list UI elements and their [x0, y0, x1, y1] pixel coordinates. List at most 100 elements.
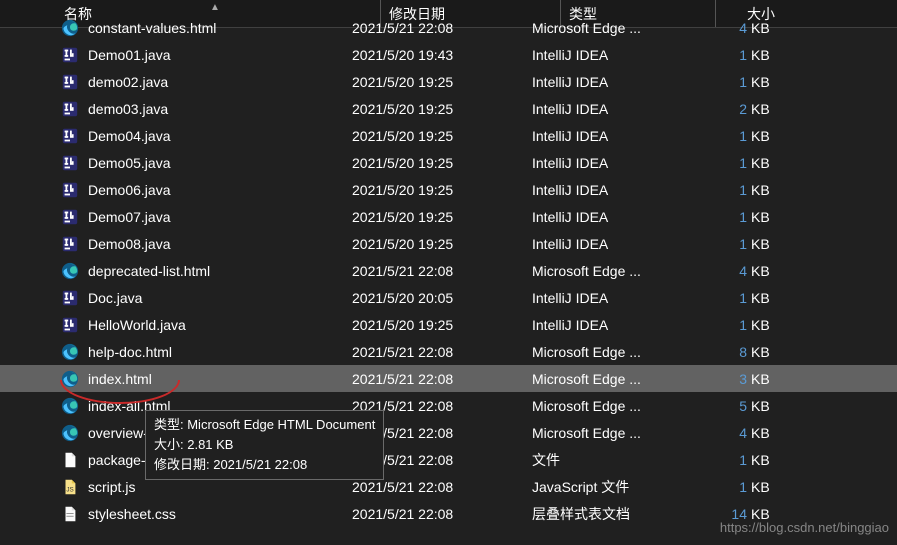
intellij-icon	[60, 99, 80, 119]
js-icon: JS	[60, 477, 80, 497]
file-date: 2021/5/20 19:25	[352, 317, 532, 333]
intellij-icon	[60, 126, 80, 146]
table-row[interactable]: deprecated-list.html2021/5/21 22:08Micro…	[0, 257, 897, 284]
file-date: 2021/5/21 22:08	[352, 506, 532, 522]
file-date: 2021/5/21 22:08	[352, 263, 532, 279]
file-name: help-doc.html	[88, 344, 172, 360]
file-type: Microsoft Edge ...	[532, 425, 687, 441]
file-size-unit: KB	[747, 398, 777, 414]
file-size-unit: KB	[747, 344, 777, 360]
svg-text:JS: JS	[66, 486, 73, 493]
file-size-unit: KB	[747, 290, 777, 306]
file-size-unit: KB	[747, 101, 777, 117]
table-row[interactable]: JSscript.js2021/5/21 22:08JavaScript 文件1…	[0, 473, 897, 500]
file-name: Demo05.java	[88, 155, 171, 171]
file-icon	[60, 450, 80, 470]
table-row[interactable]: package-list2021/5/21 22:08文件1KB	[0, 446, 897, 473]
file-type: IntelliJ IDEA	[532, 317, 687, 333]
file-date: 2021/5/21 22:08	[352, 344, 532, 360]
table-row[interactable]: help-doc.html 2021/5/21 22:08Microsoft Ed…	[0, 338, 897, 365]
file-name: constant-values.html	[88, 20, 216, 36]
file-size-unit: KB	[747, 263, 777, 279]
table-row[interactable]: Demo07.java2021/5/20 19:25IntelliJ IDEA1…	[0, 203, 897, 230]
file-name: demo03.java	[88, 101, 168, 117]
file-name: Demo06.java	[88, 182, 171, 198]
file-name-cell: stylesheet.css	[60, 504, 352, 524]
watermark-text: https://blog.csdn.net/binggiao	[720, 520, 889, 535]
file-date: 2021/5/20 19:25	[352, 128, 532, 144]
file-size: 1	[687, 236, 747, 252]
intellij-icon	[60, 72, 80, 92]
file-size: 4	[687, 263, 747, 279]
file-type: IntelliJ IDEA	[532, 155, 687, 171]
file-name-cell: Demo01.java	[60, 45, 352, 65]
file-type: IntelliJ IDEA	[532, 101, 687, 117]
tooltip-date: 修改日期: 2021/5/21 22:08	[154, 455, 375, 475]
file-date: 2021/5/21 22:08	[352, 371, 532, 387]
intellij-icon	[60, 207, 80, 227]
table-row[interactable]: index-all.html2021/5/21 22:08Microsoft E…	[0, 392, 897, 419]
file-date: 2021/5/20 19:25	[352, 74, 532, 90]
file-name-cell: deprecated-list.html	[60, 261, 352, 281]
file-name-cell: Demo08.java	[60, 234, 352, 254]
file-name: demo02.java	[88, 74, 168, 90]
file-size: 3	[687, 371, 747, 387]
intellij-icon	[60, 180, 80, 200]
file-type: 文件	[532, 450, 687, 470]
table-row[interactable]: Demo06.java 2021/5/20 19:25IntelliJ IDEA1…	[0, 176, 897, 203]
intellij-icon	[60, 153, 80, 173]
tooltip-size: 大小: 2.81 KB	[154, 435, 375, 455]
file-name: Demo07.java	[88, 209, 171, 225]
file-size: 1	[687, 182, 747, 198]
file-name-cell: Demo06.java	[60, 180, 352, 200]
file-name-cell: constant-values.html	[60, 18, 352, 38]
file-name: HelloWorld.java	[88, 317, 186, 333]
table-row[interactable]: overview-tree.html2021/5/21 22:08Microso…	[0, 419, 897, 446]
edge-icon	[60, 396, 80, 416]
file-type: 层叠样式表文档	[532, 504, 687, 524]
file-size: 1	[687, 290, 747, 306]
table-row[interactable]: HelloWorld.java 2021/5/20 19:25IntelliJ I…	[0, 311, 897, 338]
file-name-cell: demo03.java	[60, 99, 352, 119]
file-size: 1	[687, 479, 747, 495]
table-row[interactable]: index.html2021/5/21 22:08Microsoft Edge …	[0, 365, 897, 392]
file-name-cell: Demo05.java	[60, 153, 352, 173]
file-size: 1	[687, 317, 747, 333]
file-name-cell: help-doc.html	[60, 342, 352, 362]
file-type: Microsoft Edge ...	[532, 344, 687, 360]
table-row[interactable]: constant-values.html2021/5/21 22:08Micro…	[0, 14, 897, 41]
file-type: Microsoft Edge ...	[532, 263, 687, 279]
file-type: Microsoft Edge ...	[532, 371, 687, 387]
file-type: IntelliJ IDEA	[532, 47, 687, 63]
file-size-unit: KB	[747, 479, 777, 495]
table-row[interactable]: Demo05.java2021/5/20 19:25IntelliJ IDEA1…	[0, 149, 897, 176]
file-date: 2021/5/20 19:25	[352, 182, 532, 198]
edge-icon	[60, 423, 80, 443]
file-size-unit: KB	[747, 236, 777, 252]
file-size: 8	[687, 344, 747, 360]
table-row[interactable]: Demo01.java2021/5/20 19:43IntelliJ IDEA1…	[0, 41, 897, 68]
file-size-unit: KB	[747, 209, 777, 225]
file-type: Microsoft Edge ...	[532, 398, 687, 414]
file-name-cell: index.html	[60, 369, 352, 389]
file-list: constant-values.html2021/5/21 22:08Micro…	[0, 28, 897, 527]
table-row[interactable]: Doc.java2021/5/20 20:05IntelliJ IDEA1KB	[0, 284, 897, 311]
sort-indicator-icon: ▲	[210, 2, 220, 13]
file-size: 1	[687, 155, 747, 171]
file-type: IntelliJ IDEA	[532, 128, 687, 144]
file-name: Demo01.java	[88, 47, 171, 63]
file-type: JavaScript 文件	[532, 477, 687, 497]
table-row[interactable]: demo02.java2021/5/20 19:25IntelliJ IDEA1…	[0, 68, 897, 95]
file-size-unit: KB	[747, 128, 777, 144]
file-name-cell: demo02.java	[60, 72, 352, 92]
file-type: IntelliJ IDEA	[532, 182, 687, 198]
intellij-icon	[60, 234, 80, 254]
table-row[interactable]: Demo04.java2021/5/20 19:25IntelliJ IDEA1…	[0, 122, 897, 149]
table-row[interactable]: Demo08.java2021/5/20 19:25IntelliJ IDEA1…	[0, 230, 897, 257]
file-size-unit: KB	[747, 74, 777, 90]
file-size-unit: KB	[747, 20, 777, 36]
css-icon	[60, 504, 80, 524]
file-name-cell: Demo04.java	[60, 126, 352, 146]
file-name-cell: Doc.java	[60, 288, 352, 308]
table-row[interactable]: demo03.java2021/5/20 19:25IntelliJ IDEA2…	[0, 95, 897, 122]
